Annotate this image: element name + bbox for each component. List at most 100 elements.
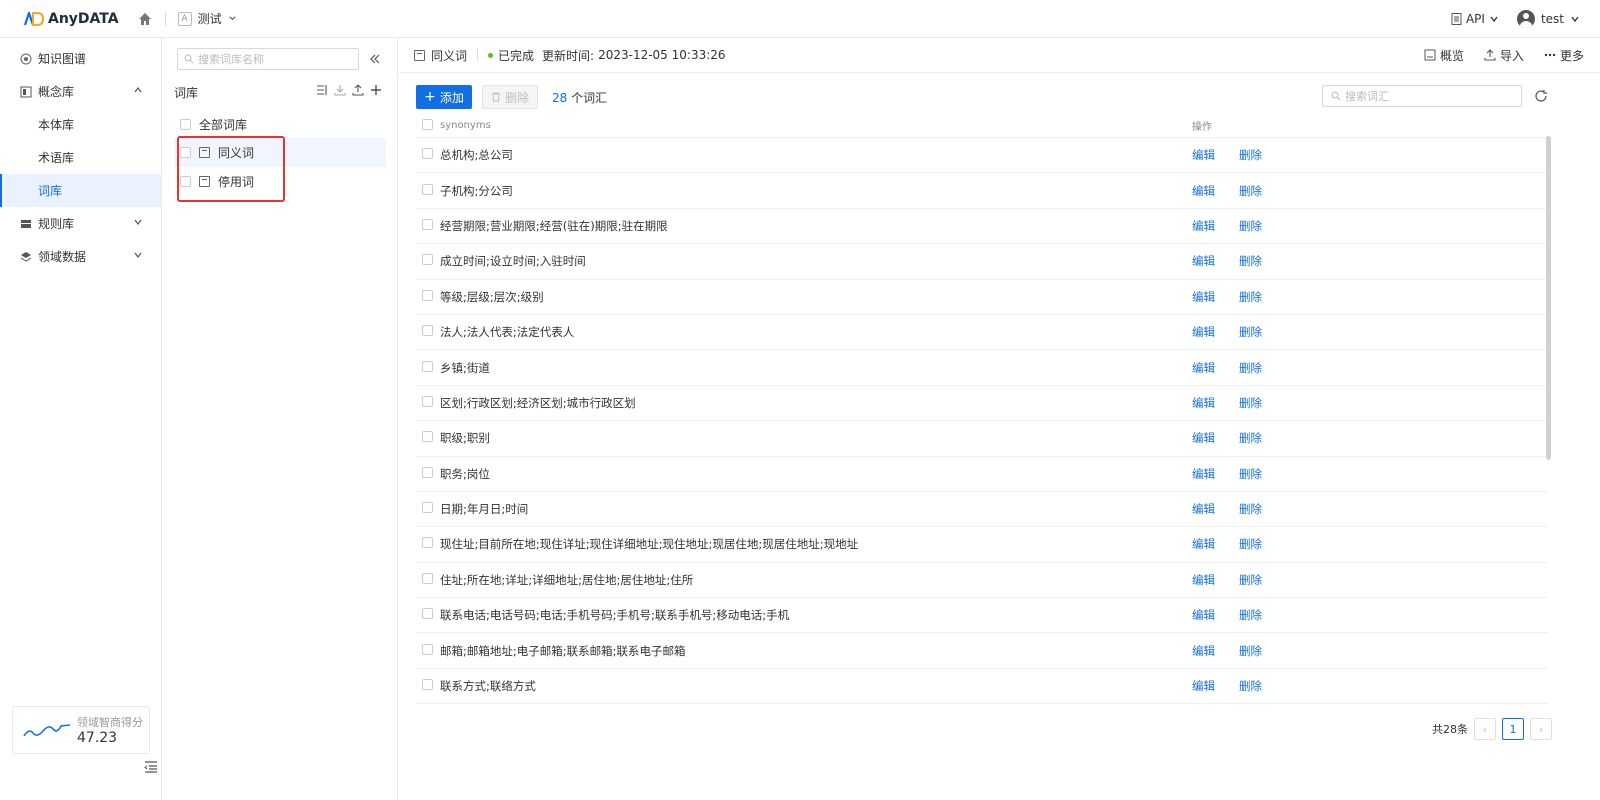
plus-icon: + [424, 89, 436, 105]
row-checkbox[interactable] [422, 502, 433, 514]
row-checkbox[interactable] [422, 183, 433, 195]
next-page-button[interactable]: › [1530, 718, 1552, 740]
scrollbar[interactable] [1546, 136, 1551, 460]
overview-button[interactable]: 概览 [1424, 47, 1464, 64]
delete-link[interactable]: 删除 [1239, 360, 1262, 376]
table-row: 成立时间;设立时间;入驻时间 编辑 删除 [416, 244, 1548, 280]
sort-icon[interactable] [316, 84, 328, 96]
project-name: 测试 [197, 12, 222, 26]
edit-link[interactable]: 编辑 [1192, 289, 1215, 305]
delete-link[interactable]: 删除 [1239, 501, 1262, 517]
edit-link[interactable]: 编辑 [1192, 430, 1215, 446]
page-button[interactable]: 1 [1502, 718, 1524, 740]
edit-link[interactable]: 编辑 [1192, 572, 1215, 588]
table-row: 日期;年月日;时间 编辑 删除 [416, 492, 1548, 528]
row-checkbox[interactable] [422, 431, 433, 443]
delete-button[interactable]: 删除 [482, 85, 538, 109]
delete-link[interactable]: 删除 [1239, 572, 1262, 588]
sidebar-item-terminology[interactable]: 术语库 [0, 141, 161, 174]
edit-link[interactable]: 编辑 [1192, 395, 1215, 411]
synonyms-cell: 职级;职别 [440, 431, 490, 446]
edit-link[interactable]: 编辑 [1192, 324, 1215, 340]
delete-link[interactable]: 删除 [1239, 147, 1262, 163]
edit-link[interactable]: 编辑 [1192, 466, 1215, 482]
sidebar-item-lexicon[interactable]: 词库 [0, 174, 161, 207]
sidebar-item-domain-data[interactable]: 领域数据 [0, 240, 161, 273]
delete-link[interactable]: 删除 [1239, 466, 1262, 482]
import-button[interactable]: 导入 [1484, 47, 1524, 64]
row-checkbox[interactable] [422, 537, 433, 549]
sidebar-item-knowledge-graph[interactable]: 知识图谱 [0, 42, 161, 75]
row-checkbox[interactable] [422, 466, 433, 478]
row-checkbox[interactable] [422, 218, 433, 230]
edit-link[interactable]: 编辑 [1192, 678, 1215, 694]
plus-icon[interactable] [370, 84, 382, 96]
column-header-synonyms: synonyms [440, 120, 491, 131]
checkbox[interactable] [180, 119, 191, 130]
collapse-menu-icon[interactable] [144, 760, 158, 774]
row-checkbox[interactable] [422, 608, 433, 620]
row-checkbox[interactable] [422, 289, 433, 301]
sidebar-item-label: 术语库 [38, 151, 75, 165]
delete-link[interactable]: 删除 [1239, 607, 1262, 623]
brand-logo[interactable]: AnyDATA [24, 11, 119, 27]
edit-link[interactable]: 编辑 [1192, 147, 1215, 163]
sidebar-item-label: 词库 [38, 184, 63, 198]
delete-link[interactable]: 删除 [1239, 536, 1262, 552]
select-all-checkbox[interactable] [422, 118, 433, 130]
home-icon[interactable] [137, 11, 153, 27]
synonyms-cell: 等级;层级;层次;级别 [440, 289, 544, 304]
upload-icon[interactable] [352, 84, 364, 96]
word-search-input[interactable]: 搜索词汇 [1322, 85, 1522, 107]
sidebar-item-concept-library[interactable]: 概念库 [0, 75, 161, 108]
row-checkbox[interactable] [422, 148, 433, 160]
delete-link[interactable]: 删除 [1239, 218, 1262, 234]
project-selector[interactable]: A 测试 [177, 10, 237, 27]
refresh-icon[interactable] [1534, 89, 1548, 103]
row-checkbox[interactable] [422, 360, 433, 372]
sidebar-item-ontology[interactable]: 本体库 [0, 108, 161, 141]
lexicon-search-input[interactable]: 搜索词库名称 [177, 48, 359, 70]
edit-link[interactable]: 编辑 [1192, 253, 1215, 269]
search-icon [184, 54, 194, 64]
delete-link[interactable]: 删除 [1239, 643, 1262, 659]
edit-link[interactable]: 编辑 [1192, 501, 1215, 517]
score-label: 领域智商得分 [77, 716, 143, 729]
delete-link[interactable]: 删除 [1239, 289, 1262, 305]
delete-link[interactable]: 删除 [1239, 678, 1262, 694]
more-button[interactable]: 更多 [1544, 47, 1584, 64]
row-checkbox[interactable] [422, 254, 433, 266]
user-menu[interactable]: test [1516, 9, 1580, 28]
download-icon[interactable] [334, 84, 346, 96]
edit-link[interactable]: 编辑 [1192, 218, 1215, 234]
add-button[interactable]: + 添加 [416, 85, 472, 109]
top-right-area: API test [1451, 9, 1580, 28]
delete-link[interactable]: 删除 [1239, 324, 1262, 340]
row-checkbox[interactable] [422, 643, 433, 655]
table-row: 邮箱;邮箱地址;电子邮箱;联系邮箱;联系电子邮箱 编辑 删除 [416, 633, 1548, 669]
delete-link[interactable]: 删除 [1239, 253, 1262, 269]
row-checkbox[interactable] [422, 325, 433, 337]
edit-link[interactable]: 编辑 [1192, 643, 1215, 659]
lexicon-all-row[interactable]: 全部词库 [174, 110, 386, 139]
more-label: 更多 [1559, 48, 1584, 63]
chevron-down-icon [1571, 16, 1579, 22]
edit-link[interactable]: 编辑 [1192, 183, 1215, 199]
synonyms-cell: 法人;法人代表;法定代表人 [440, 325, 575, 340]
row-checkbox[interactable] [422, 395, 433, 407]
api-menu[interactable]: API [1451, 12, 1499, 26]
edit-link[interactable]: 编辑 [1192, 607, 1215, 623]
prev-page-button[interactable]: ‹ [1474, 718, 1496, 740]
edit-link[interactable]: 编辑 [1192, 536, 1215, 552]
delete-link[interactable]: 删除 [1239, 395, 1262, 411]
delete-link[interactable]: 删除 [1239, 430, 1262, 446]
delete-link[interactable]: 删除 [1239, 183, 1262, 199]
row-checkbox[interactable] [422, 572, 433, 584]
sidebar-item-rules[interactable]: 规则库 [0, 207, 161, 240]
row-checkbox[interactable] [422, 679, 433, 691]
double-chevron-left-icon[interactable] [368, 52, 382, 66]
table-row: 区划;行政区划;经济区划;城市行政区划 编辑 删除 [416, 386, 1548, 422]
edit-link[interactable]: 编辑 [1192, 360, 1215, 376]
search-placeholder: 搜索词库名称 [198, 53, 264, 66]
domain-score-card[interactable]: 领域智商得分 47.23 [12, 706, 150, 754]
